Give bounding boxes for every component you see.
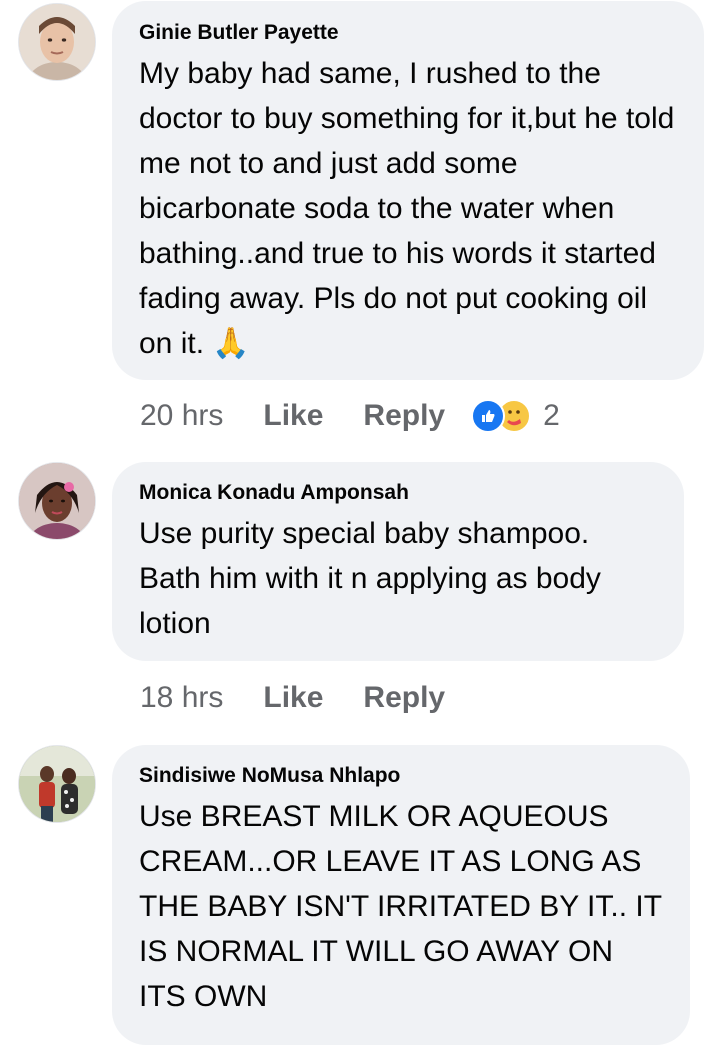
comment-text: My baby had same, I rushed to the doctor… — [139, 57, 675, 360]
comment-bubble: Ginie Butler Payette My baby had same, I… — [112, 1, 704, 380]
like-icon — [471, 399, 506, 433]
comment-timestamp[interactable]: 18 hrs — [140, 681, 223, 715]
comment-bubble: Sindisiwe NoMusa Nhlapo Use BREAST MILK … — [112, 745, 690, 1045]
comment-text: Use BREAST MILK OR AQUEOUS CREAM...OR LE… — [139, 800, 662, 1013]
reactions-summary[interactable]: 2 — [471, 399, 560, 433]
comment-author[interactable]: Ginie Butler Payette — [139, 19, 676, 47]
comment-actions: 18 hrs Like Reply — [140, 678, 485, 718]
comment-author[interactable]: Monica Konadu Amponsah — [139, 479, 656, 507]
reaction-count: 2 — [543, 399, 560, 432]
comment-text: Use purity special baby shampoo. Bath hi… — [139, 517, 601, 640]
comment-timestamp[interactable]: 20 hrs — [140, 399, 223, 433]
reply-button[interactable]: Reply — [363, 681, 445, 715]
like-button[interactable]: Like — [263, 399, 323, 433]
reply-button[interactable]: Reply — [363, 399, 445, 433]
avatar[interactable] — [18, 462, 96, 540]
like-button[interactable]: Like — [263, 681, 323, 715]
avatar[interactable] — [18, 3, 96, 81]
comment-actions: 20 hrs Like Reply 2 — [140, 396, 560, 436]
avatar[interactable] — [18, 745, 96, 823]
comment-author[interactable]: Sindisiwe NoMusa Nhlapo — [139, 762, 662, 790]
comment-bubble: Monica Konadu Amponsah Use purity specia… — [112, 462, 684, 661]
